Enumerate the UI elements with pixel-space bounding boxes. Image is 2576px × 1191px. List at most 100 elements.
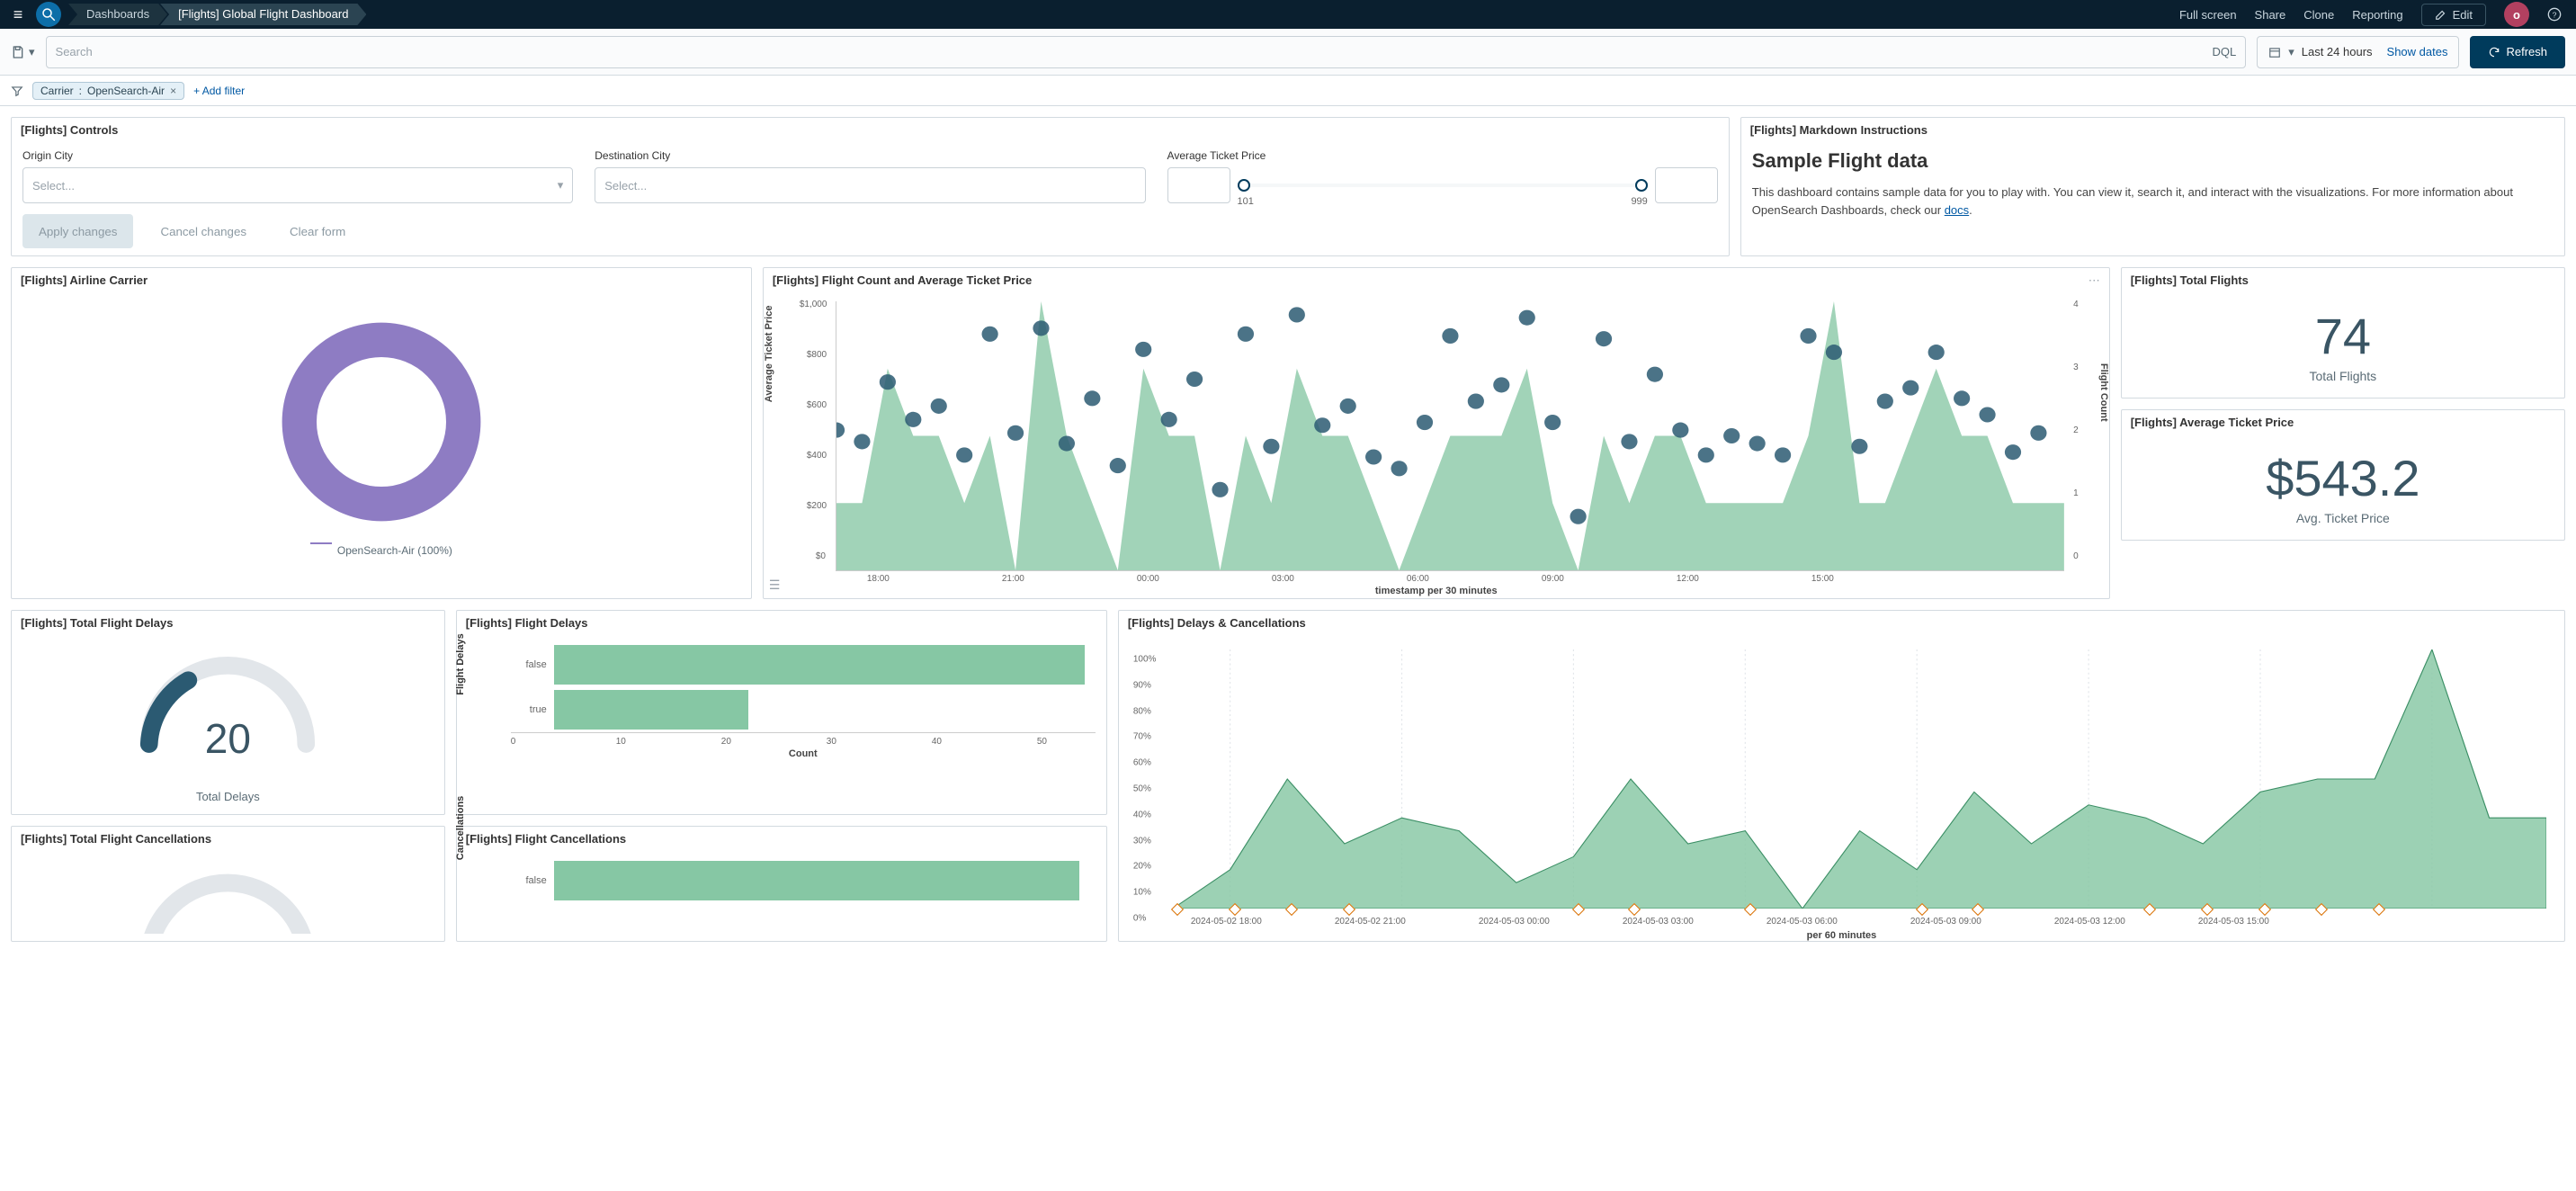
hbar-category: false	[511, 659, 554, 670]
markdown-heading: Sample Flight data	[1752, 149, 2554, 173]
breadcrumb-current[interactable]: [Flights] Global Flight Dashboard	[160, 4, 366, 25]
price-max-tick: 999	[1631, 196, 1647, 207]
edit-button[interactable]: Edit	[2421, 4, 2486, 26]
chevron-down-icon: ▾	[2288, 45, 2294, 59]
total-delays-value: 20	[205, 714, 251, 763]
search-input[interactable]: Search DQL	[46, 36, 2247, 68]
donut-legend-label: OpenSearch-Air (100%)	[337, 544, 452, 557]
top-nav: ≡ Dashboards [Flights] Global Flight Das…	[0, 0, 2576, 29]
chevron-down-icon: ▾	[558, 178, 564, 193]
pencil-icon	[2435, 8, 2447, 21]
panel-title: [Flights] Average Ticket Price	[2122, 410, 2564, 434]
price-min-input[interactable]	[1167, 167, 1230, 203]
hbar-category: true	[511, 704, 554, 715]
avg-price-value: $543.2	[2122, 449, 2564, 507]
x-axis-label: timestamp per 30 minutes	[1375, 586, 1498, 596]
saved-queries-chevron-icon[interactable]: ▾	[29, 45, 35, 59]
opensearch-logo-icon[interactable]	[36, 2, 61, 27]
filter-chip-value: OpenSearch-Air	[87, 85, 165, 97]
breadcrumb-dashboards[interactable]: Dashboards	[68, 4, 167, 25]
panel-title: [Flights] Controls	[12, 118, 1729, 142]
avg-ticket-price-panel: [Flights] Average Ticket Price $543.2 Av…	[2121, 409, 2565, 541]
time-picker[interactable]: ▾ Last 24 hours Show dates	[2257, 36, 2459, 68]
origin-city-select[interactable]: Select... ▾	[22, 167, 573, 203]
panel-title: [Flights] Total Flight Cancellations	[12, 827, 444, 851]
total-cancellations-gauge	[129, 862, 326, 934]
avg-ticket-price-label: Average Ticket Price	[1167, 149, 1718, 162]
origin-city-placeholder: Select...	[32, 179, 75, 193]
svg-text:?: ?	[2553, 10, 2557, 19]
filter-bar: Carrier: OpenSearch-Air × + Add filter	[0, 76, 2576, 106]
total-flights-panel: [Flights] Total Flights 74 Total Flights	[2121, 267, 2565, 398]
markdown-panel: [Flights] Markdown Instructions Sample F…	[1740, 117, 2565, 256]
flight-cancellations-panel: [Flights] Flight Cancellations Cancellat…	[456, 826, 1107, 943]
panel-title: [Flights] Total Flights	[2122, 268, 2564, 292]
price-min-tick: 101	[1238, 196, 1254, 207]
destination-city-label: Destination City	[595, 149, 1145, 162]
help-icon[interactable]: ?	[2547, 7, 2562, 22]
save-query-icon[interactable]	[11, 45, 25, 59]
remove-filter-icon[interactable]: ×	[170, 85, 176, 97]
refresh-label: Refresh	[2506, 45, 2547, 58]
panel-title: [Flights] Delays & Cancellations	[1119, 611, 2564, 635]
refresh-icon	[2488, 46, 2500, 58]
total-flight-cancellations-panel: [Flights] Total Flight Cancellations	[11, 826, 445, 943]
airline-carrier-panel: [Flights] Airline Carrier OpenSearch-Air…	[11, 267, 752, 599]
refresh-button[interactable]: Refresh	[2470, 36, 2565, 68]
add-filter-button[interactable]: + Add filter	[193, 85, 245, 97]
controls-panel: [Flights] Controls Origin City Select...…	[11, 117, 1730, 256]
panel-title: [Flights] Flight Cancellations	[457, 827, 1106, 851]
total-flight-delays-panel: [Flights] Total Flight Delays 20 Total D…	[11, 610, 445, 815]
filter-chip-carrier[interactable]: Carrier: OpenSearch-Air ×	[32, 82, 184, 100]
flight-delays-panel: [Flights] Flight Delays Flight Delays fa…	[456, 610, 1107, 815]
panel-title: [Flights] Markdown Instructions	[1741, 118, 2564, 142]
price-range-slider[interactable]: 101 999	[1238, 184, 1648, 187]
breadcrumb: Dashboards [Flights] Global Flight Dashb…	[68, 0, 359, 29]
total-flights-value: 74	[2122, 307, 2564, 365]
clear-form-button[interactable]: Clear form	[273, 214, 362, 248]
y-axis-right-label: Flight Count	[2098, 363, 2109, 422]
time-range-label: Last 24 hours	[2302, 45, 2373, 58]
panel-options-icon[interactable]: ⋯	[2089, 273, 2100, 288]
panel-title: [Flights] Total Flight Delays	[12, 611, 444, 635]
hbar-bar-false	[554, 645, 1085, 685]
total-delays-label: Total Delays	[196, 790, 260, 803]
flight-count-price-panel: [Flights] Flight Count and Average Ticke…	[763, 267, 2110, 599]
panel-title: [Flights] Airline Carrier	[12, 268, 751, 292]
change-all-filters-icon[interactable]	[11, 85, 23, 97]
destination-city-select[interactable]: Select...	[595, 167, 1145, 203]
airline-carrier-donut-chart	[273, 314, 489, 530]
panel-title: [Flights] Flight Count and Average Ticke…	[764, 268, 2109, 292]
price-range-thumb-min[interactable]	[1238, 179, 1250, 192]
toggle-legend-icon[interactable]: ☰	[769, 578, 781, 593]
destination-city-placeholder: Select...	[604, 179, 647, 193]
reporting-link[interactable]: Reporting	[2352, 8, 2402, 22]
hbar-category: false	[511, 875, 554, 886]
hbar-bar-true	[554, 690, 749, 730]
hbar-bar-false	[554, 861, 1079, 900]
delays-cancellations-panel: [Flights] Delays & Cancellations 100%	[1118, 610, 2565, 942]
clone-link[interactable]: Clone	[2303, 8, 2334, 22]
docs-link[interactable]: docs	[1945, 203, 1969, 217]
price-range-thumb-max[interactable]	[1635, 179, 1648, 192]
apply-changes-button[interactable]: Apply changes	[22, 214, 133, 248]
full-screen-link[interactable]: Full screen	[2179, 8, 2237, 22]
avatar[interactable]: o	[2504, 2, 2529, 27]
show-dates-link[interactable]: Show dates	[2387, 45, 2448, 58]
legend-swatch	[310, 542, 332, 544]
cancel-changes-button[interactable]: Cancel changes	[144, 214, 263, 248]
filter-chip-field: Carrier	[40, 85, 74, 97]
area-x-label: per 60 minutes	[1807, 930, 1877, 941]
hamburger-icon[interactable]: ≡	[7, 5, 29, 24]
share-link[interactable]: Share	[2255, 8, 2286, 22]
calendar-icon	[2268, 46, 2281, 58]
avg-price-label: Avg. Ticket Price	[2122, 511, 2564, 525]
hbar-y-label: Flight Delays	[455, 633, 466, 694]
combo-chart-plot-area	[836, 301, 2064, 571]
search-placeholder: Search	[56, 45, 93, 58]
dql-toggle[interactable]: DQL	[2205, 45, 2236, 58]
price-max-input[interactable]	[1655, 167, 1718, 203]
area-chart-plot: 100% 90% 80% 70% 60% 50% 40% 30% 20% 10%…	[1173, 649, 2546, 909]
hbar-x-label: Count	[511, 748, 1096, 759]
markdown-body: This dashboard contains sample data for …	[1752, 184, 2554, 219]
